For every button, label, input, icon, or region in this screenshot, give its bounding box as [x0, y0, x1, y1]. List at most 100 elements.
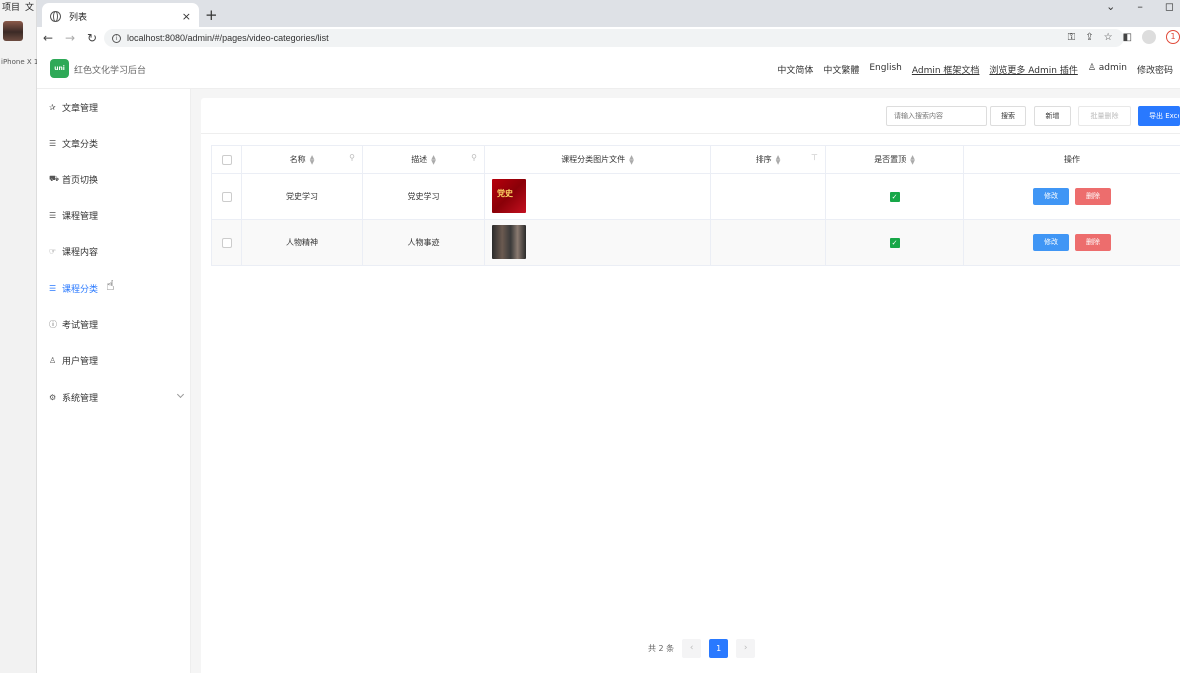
sort-icon[interactable]: ▲ ▼ — [629, 154, 634, 165]
browser-tab[interactable]: 列表 × — [42, 3, 199, 29]
cell-sort — [711, 174, 826, 219]
logo: uni — [50, 59, 69, 78]
page-button-current[interactable]: 1 — [709, 639, 729, 658]
url-text[interactable]: localhost:8080/admin/#/pages/video-categ… — [127, 33, 329, 43]
sidebar-item-courses[interactable]: ☰ 课程管理 — [37, 205, 191, 225]
app-header: uni 红色文化学习后台 中文简体 中文繁體 English Admin 框架文… — [37, 49, 1180, 89]
cell-desc: 人物事迹 — [363, 220, 485, 265]
sidebar-item-home-switch[interactable]: ⛟ 首页切换 — [37, 169, 191, 189]
app-title: 红色文化学习后台 — [74, 66, 147, 76]
category-thumbnail[interactable] — [492, 225, 526, 259]
search-icon[interactable]: ⚲ — [471, 153, 477, 162]
column-header-desc[interactable]: 描述 ▲ ▼ ⚲ — [363, 146, 485, 173]
filter-icon[interactable]: ⊤ — [811, 153, 818, 162]
address-row: ← → ↻ i localhost:8080/admin/#/pages/vid… — [37, 27, 1180, 49]
cell-name: 党史学习 — [242, 174, 363, 219]
sidebar-item-label: 文章分类 — [62, 139, 99, 150]
sidebar-item-articles[interactable]: ✰ 文章管理 — [37, 97, 191, 117]
screen: 项目文 iPhone X 1 列表 × + ⌄ – ◻ ← → ↻ i loca… — [0, 0, 1180, 673]
row-select-cell — [211, 220, 242, 265]
info-icon[interactable]: i — [112, 33, 121, 43]
change-password-link[interactable]: 修改密码 — [1137, 63, 1173, 76]
next-page-button[interactable]: › — [736, 639, 756, 658]
column-label: 排序 — [755, 155, 772, 164]
sidebar-item-article-categories[interactable]: ☰ 文章分类 — [37, 133, 191, 153]
edit-button[interactable]: 修改 — [1033, 234, 1069, 251]
sort-icon[interactable]: ▲ ▼ — [310, 154, 315, 165]
forward-arrow-icon[interactable]: → — [59, 31, 81, 45]
sidebar-item-label: 课程管理 — [62, 211, 99, 222]
cell-desc: 党史学习 — [363, 174, 485, 219]
row-checkbox[interactable] — [221, 237, 232, 248]
select-all-checkbox[interactable] — [221, 154, 232, 165]
key-icon[interactable]: ⚿ — [1068, 32, 1076, 43]
column-header-name[interactable]: 名称 ▲ ▼ ⚲ — [242, 146, 363, 173]
update-badge[interactable]: 1 — [1166, 30, 1180, 44]
export-excel-button[interactable]: 导出 Excel — [1138, 106, 1180, 126]
list-icon: ☰ — [49, 138, 57, 148]
share-icon[interactable]: ⇪ — [1085, 32, 1093, 43]
close-icon[interactable]: × — [182, 10, 191, 23]
column-header-is-top[interactable]: 是否置顶 ▲ ▼ — [826, 146, 964, 173]
reload-icon[interactable]: ↻ — [81, 31, 103, 45]
batch-delete-button[interactable]: 批量删除 — [1078, 106, 1131, 126]
column-label: 名称 — [289, 155, 306, 164]
sidebar-item-exams[interactable]: ⓘ 考试管理 — [37, 314, 191, 334]
sidebar-item-users[interactable]: ♙ 用户管理 — [37, 350, 191, 370]
search-button[interactable]: 搜索 — [990, 106, 1026, 126]
chevron-down-icon — [176, 390, 185, 399]
sort-icon[interactable]: ▲ ▼ — [431, 154, 436, 165]
column-header-sort[interactable]: 排序 ▲ ▼ ⊤ — [711, 146, 826, 173]
checkmark-icon: ✓ — [889, 237, 900, 248]
search-icon[interactable]: ⚲ — [349, 153, 355, 162]
desktop-menu-item[interactable]: 项目 — [2, 3, 20, 13]
lang-en[interactable]: English — [869, 63, 902, 76]
cell-image — [485, 174, 711, 219]
sidebar-item-course-content[interactable]: ☞ 课程内容 — [37, 241, 191, 261]
lang-zh-hant[interactable]: 中文繁體 — [823, 63, 859, 76]
toolbar: 搜索 新增 批量删除 导出 Excel — [201, 98, 1180, 134]
star-icon: ✰ — [49, 102, 56, 112]
desktop-menu-item[interactable]: 文 — [25, 3, 34, 13]
address-bar[interactable]: i localhost:8080/admin/#/pages/video-cat… — [104, 29, 1124, 47]
sort-icon[interactable]: ▲ ▼ — [776, 154, 781, 165]
sidepanel-icon[interactable]: ◧ — [1123, 32, 1132, 43]
row-checkbox[interactable] — [221, 191, 232, 202]
star-icon[interactable]: ☆ — [1104, 32, 1113, 43]
add-button[interactable]: 新增 — [1034, 106, 1071, 126]
sidebar-item-system[interactable]: ⚙ 系统管理 — [37, 387, 191, 407]
truck-icon: ⛟ — [49, 174, 60, 183]
chevron-down-icon[interactable]: ⌄ — [1106, 0, 1115, 13]
lang-zh-hans[interactable]: 中文简体 — [777, 63, 813, 76]
column-label: 课程分类图片文件 — [561, 155, 626, 164]
cell-actions: 修改 删除 — [964, 174, 1180, 219]
table-row: 人物精神 人物事迹 ✓ 修改 删除 — [211, 220, 1180, 266]
admin-plugins-link[interactable]: 浏览更多 Admin 插件 — [989, 63, 1077, 76]
username: admin — [1098, 63, 1127, 73]
search-input[interactable] — [886, 106, 987, 126]
globe-icon — [50, 10, 61, 22]
pagination: 共 2 条 ‹ 1 › — [648, 639, 756, 658]
maximize-icon[interactable]: ◻ — [1165, 0, 1174, 13]
delete-button[interactable]: 删除 — [1075, 188, 1111, 205]
prev-page-button[interactable]: ‹ — [682, 639, 702, 658]
new-tab-button[interactable]: + — [205, 6, 218, 24]
user-menu[interactable]: ♙ admin — [1088, 63, 1127, 76]
back-arrow-icon[interactable]: ← — [37, 31, 59, 45]
sidebar-item-label: 考试管理 — [62, 320, 99, 331]
edit-button[interactable]: 修改 — [1033, 188, 1069, 205]
device-label: iPhone X 1 — [1, 58, 39, 66]
select-all-cell — [211, 146, 242, 173]
sort-icon[interactable]: ▲ ▼ — [910, 154, 915, 165]
minimize-icon[interactable]: – — [1137, 0, 1143, 13]
category-thumbnail[interactable] — [492, 179, 526, 213]
checkmark-icon: ✓ — [889, 191, 900, 202]
window-controls: ⌄ – ◻ — [1106, 0, 1174, 13]
cell-is-top: ✓ — [826, 174, 964, 219]
column-header-image[interactable]: 课程分类图片文件 ▲ ▼ — [485, 146, 711, 173]
profile-icon[interactable] — [1142, 30, 1156, 44]
delete-button[interactable]: 删除 — [1075, 234, 1111, 251]
content-panel: 搜索 新增 批量删除 导出 Excel 名称▲▼⚲ 描述▲▼⚲ 课程分类图片文件… — [201, 98, 1180, 673]
avatar[interactable] — [3, 21, 23, 41]
admin-docs-link[interactable]: Admin 框架文档 — [912, 63, 980, 76]
